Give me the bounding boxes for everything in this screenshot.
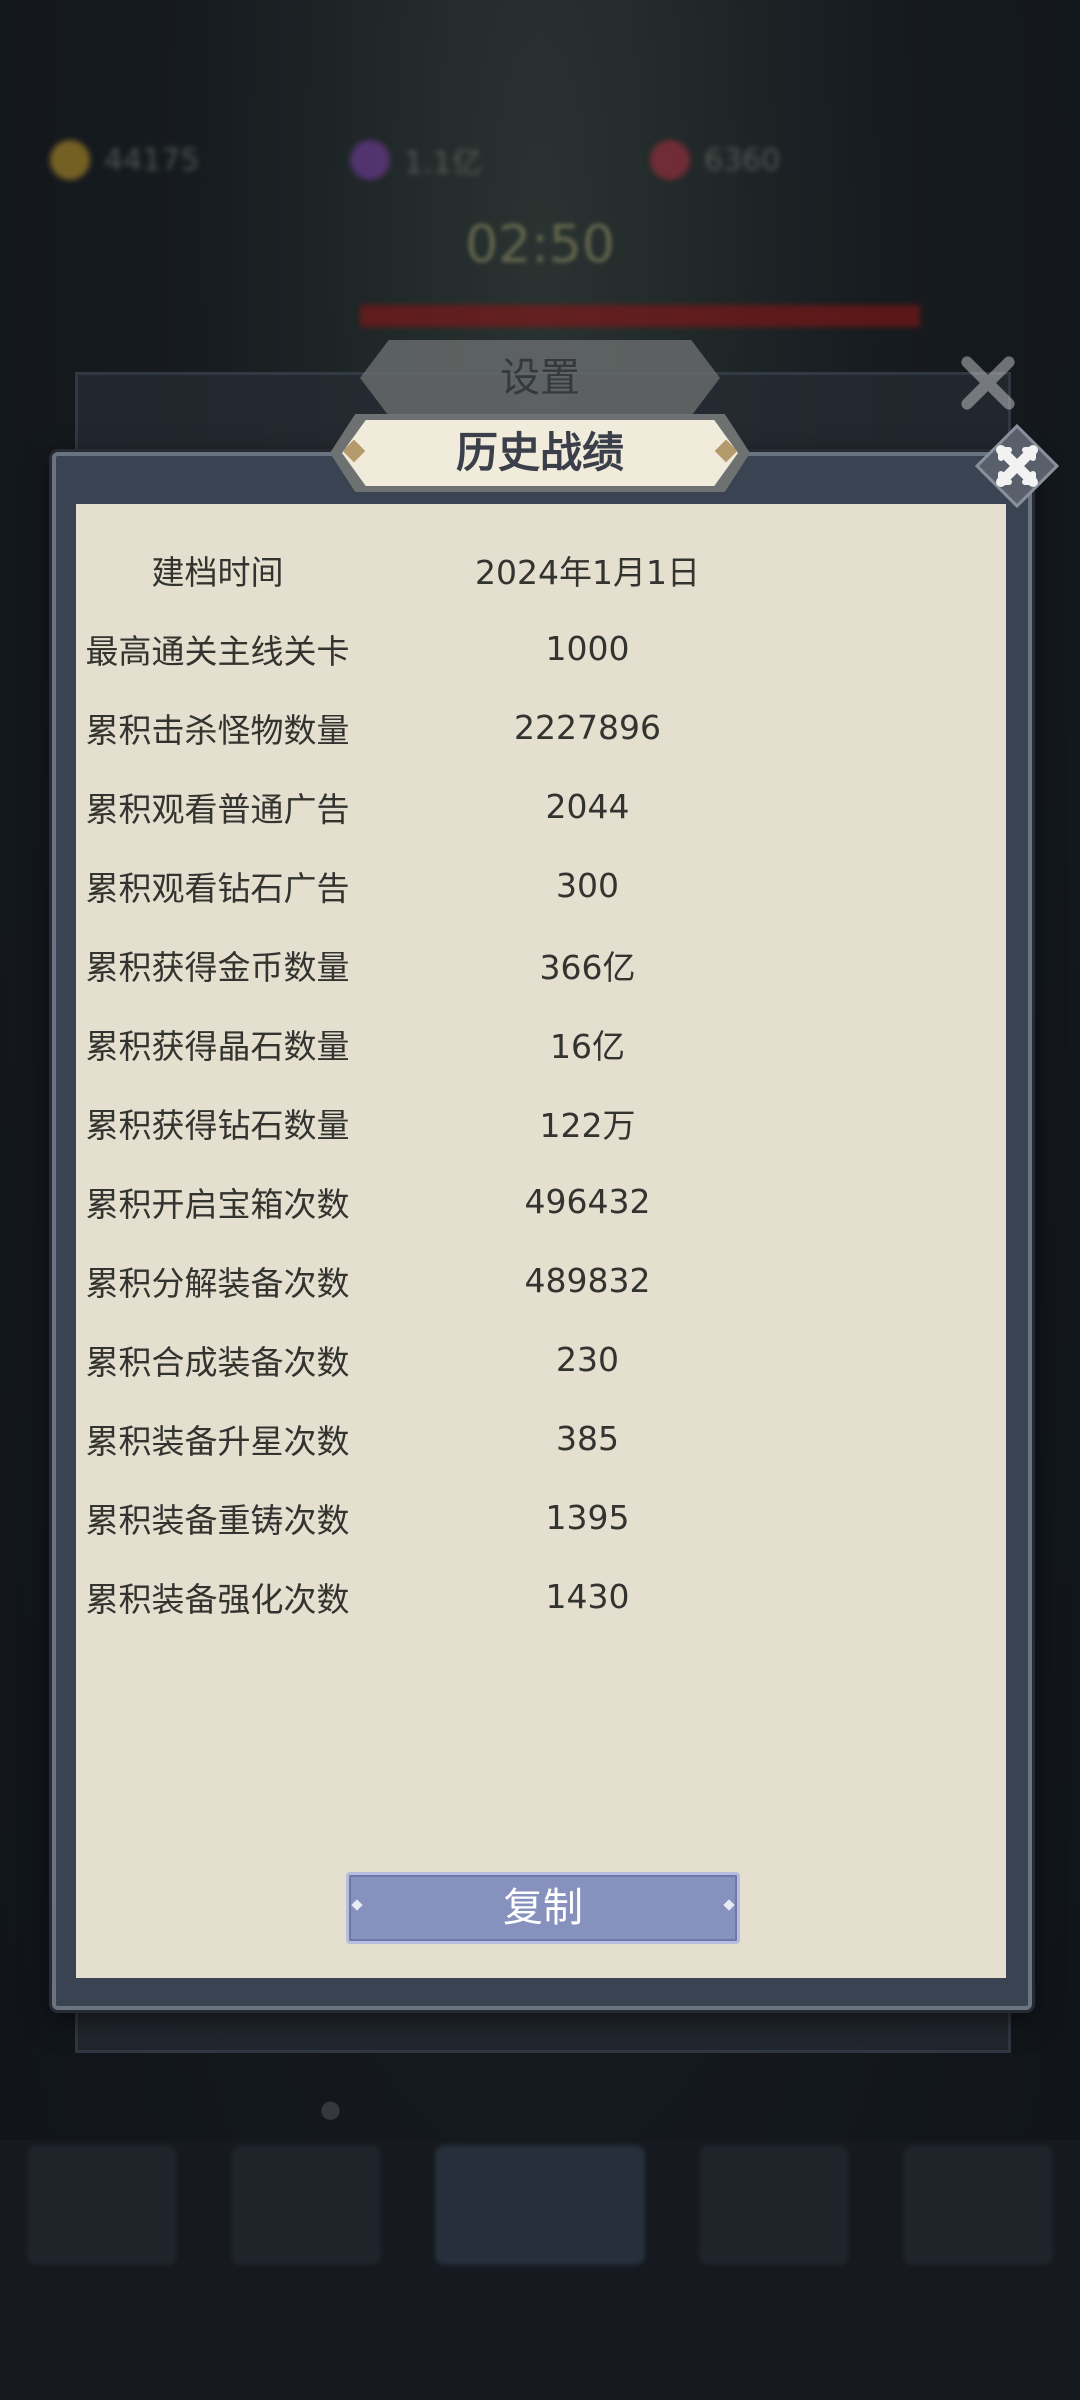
copy-button-label: 复制 [503,1885,583,1931]
close-icon[interactable] [975,424,1059,508]
stat-label: 累积观看普通广告 [85,789,350,829]
purple-crystal-icon [350,140,390,180]
stat-label: 累积分解装备次数 [85,1263,350,1303]
crystal-value: 1.1亿 [404,146,482,181]
stat-row: 累积击杀怪物数量 2227896 [70,688,1010,767]
stat-value: 489832 [524,1261,651,1300]
gold-value: 44175 [104,142,200,178]
stat-value: 2044 [545,787,630,826]
stat-row: 最高通关主线关卡 1000 [70,609,1010,688]
copy-button[interactable]: 复制 [346,1872,740,1944]
stat-value: 1395 [545,1498,630,1537]
stat-label: 累积观看钻石广告 [85,868,350,908]
hero-card [231,2145,381,2265]
stat-value: 230 [556,1340,619,1379]
stat-label: 累积装备强化次数 [85,1579,350,1619]
stat-label: 累积击杀怪物数量 [85,710,350,750]
stat-value: 366亿 [539,947,636,987]
stat-row: 建档时间 2024年1月1日 [70,530,1010,609]
hero-card [903,2145,1053,2265]
stat-row: 累积合成装备次数 230 [70,1320,1010,1399]
hero-card [27,2145,177,2265]
stat-label: 累积获得晶石数量 [85,1026,350,1066]
hero-card-selected [435,2145,645,2265]
dialog-title: 历史战绩 [342,420,738,486]
stat-row: 累积获得金币数量 366亿 [70,925,1010,1004]
button-ornament-right [723,1899,735,1911]
stat-row: 累积观看普通广告 2044 [70,767,1010,846]
stat-value: 122万 [539,1105,636,1145]
stat-value: 1430 [545,1577,630,1616]
settings-close-icon [961,356,1015,410]
gold-coin-icon [50,140,90,180]
hero-cards [0,2145,1080,2275]
stat-value: 300 [556,866,619,905]
stat-row: 累积装备强化次数 1430 [70,1557,1010,1636]
stats-list: 建档时间 2024年1月1日 最高通关主线关卡 1000 累积击杀怪物数量 22278… [70,530,1010,1636]
stat-label: 累积装备升星次数 [85,1421,350,1461]
gem-value: 6360 [704,142,781,178]
button-ornament-left [351,1899,363,1911]
stat-row: 累积装备重铸次数 1395 [70,1478,1010,1557]
boss-health-bar [360,305,920,327]
stat-row: 累积装备升星次数 385 [70,1399,1010,1478]
stat-label: 累积开启宝箱次数 [85,1184,350,1224]
gold-resource: 44175 [50,130,199,190]
crystal-resource: 1.1亿 [350,130,482,190]
settings-tab: 设置 [360,340,720,416]
stat-value: 1000 [545,629,630,668]
stat-value: 16亿 [550,1026,625,1066]
stat-value: 2024年1月1日 [475,552,700,592]
stat-label: 累积装备重铸次数 [85,1500,350,1540]
stat-value: 496432 [524,1182,651,1221]
stat-label: 建档时间 [151,552,284,592]
stat-value: 2227896 [514,708,661,747]
battle-timer: 02:50 [465,215,615,275]
stat-label: 累积获得钻石数量 [85,1105,350,1145]
bottom-stat: ● [320,2095,341,2123]
stat-label: 累积获得金币数量 [85,947,350,987]
stat-label: 累积合成装备次数 [85,1342,350,1382]
stat-row: 累积开启宝箱次数 496432 [70,1162,1010,1241]
red-gem-icon [650,140,690,180]
stat-row: 累积观看钻石广告 300 [70,846,1010,925]
stat-label: 最高通关主线关卡 [85,631,350,671]
hero-card [699,2145,849,2265]
stat-row: 累积分解装备次数 489832 [70,1241,1010,1320]
gem-resource: 6360 [650,130,780,190]
stat-row: 累积获得晶石数量 16亿 [70,1004,1010,1083]
stat-row: 累积获得钻石数量 122万 [70,1083,1010,1162]
stat-value: 385 [556,1419,619,1458]
